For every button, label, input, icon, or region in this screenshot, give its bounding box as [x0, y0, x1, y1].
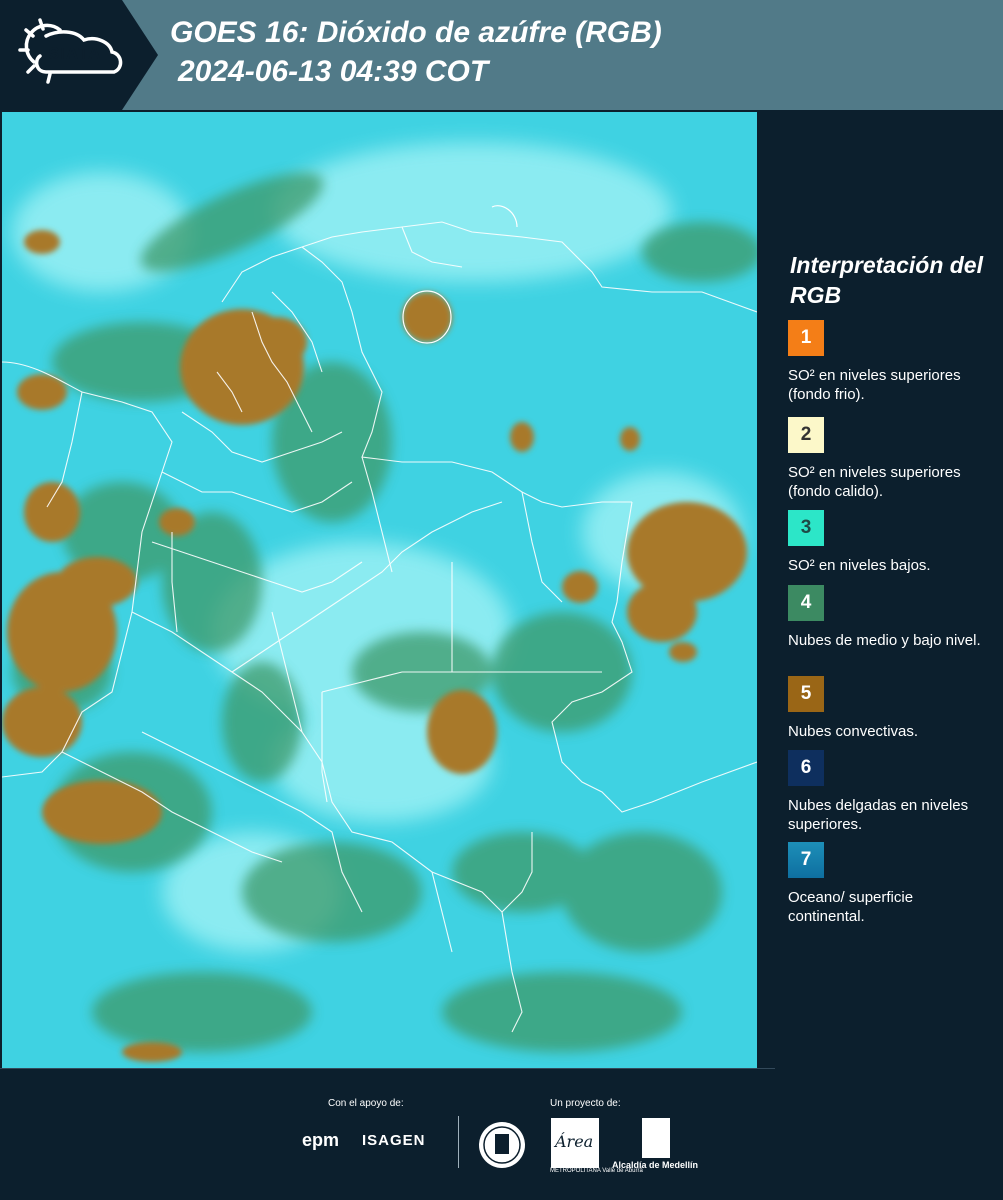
legend-item-3: 3 SO² en niveles bajos. [788, 510, 993, 575]
legend-label: Oceano/ superficie continental. [788, 889, 914, 925]
legend-item-2: 2 SO² en niveles superiores (fondo calid… [788, 417, 993, 501]
footer: Con el apoyo de: Un proyecto de: epm ISA… [0, 1068, 1003, 1200]
legend-label: SO² en niveles bajos. [788, 557, 931, 574]
legend-item-1: 1 SO² en niveles superiores (fondo frio)… [788, 320, 993, 404]
project-label: Un proyecto de: [550, 1098, 621, 1109]
footer-divider [0, 1068, 775, 1069]
satellite-map [2, 112, 757, 1068]
isagen-logo: ISAGEN [362, 1132, 426, 1149]
page-timestamp: 2024-06-13 04:39 COT [178, 55, 489, 88]
legend-item-5: 5 Nubes convectivas. [788, 676, 993, 741]
support-label: Con el apoyo de: [328, 1098, 404, 1109]
legend-title: Interpretación del RGB [790, 252, 983, 308]
legend-swatch: 7 [788, 842, 824, 878]
page-title: GOES 16: Dióxido de azúfre (RGB) [170, 16, 662, 49]
satellite-image [2, 112, 757, 1068]
header-bar: SIATA GOES 16: Dióxido de azúfre (RGB) 2… [0, 0, 1003, 110]
legend-panel: Interpretación del RGB 1 SO² en niveles … [760, 112, 1003, 1068]
legend-label: SO² en niveles superiores (fondo calido)… [788, 464, 961, 500]
legend-swatch: 4 [788, 585, 824, 621]
legend-label: Nubes convectivas. [788, 723, 919, 740]
legend-swatch: 1 [788, 320, 824, 356]
medellin-seal-icon [479, 1122, 525, 1168]
alcaldia-text: Alcaldía de Medellín [612, 1160, 699, 1170]
legend-swatch: 2 [788, 417, 824, 453]
logo-divider [458, 1116, 459, 1168]
legend-item-6: 6 Nubes delgadas en niveles superiores. [788, 750, 993, 834]
legend-item-7: 7 Oceano/ superficie continental. [788, 842, 993, 926]
legend-label: SO² en niveles superiores (fondo frio). [788, 367, 961, 403]
area-logo-text: Área [555, 1132, 594, 1151]
legend-swatch: 6 [788, 750, 824, 786]
legend-item-4: 4 Nubes de medio y bajo nivel. [788, 585, 993, 650]
siata-logo-text: SIATA [48, 44, 102, 63]
legend-label: Nubes de medio y bajo nivel. [788, 632, 981, 649]
alcaldia-shield-icon [642, 1118, 670, 1158]
legend-swatch: 5 [788, 676, 824, 712]
legend-label: Nubes delgadas en niveles superiores. [788, 797, 969, 833]
siata-logo: SIATA [0, 0, 158, 110]
epm-logo: epm [302, 1130, 340, 1150]
legend-swatch: 3 [788, 510, 824, 546]
